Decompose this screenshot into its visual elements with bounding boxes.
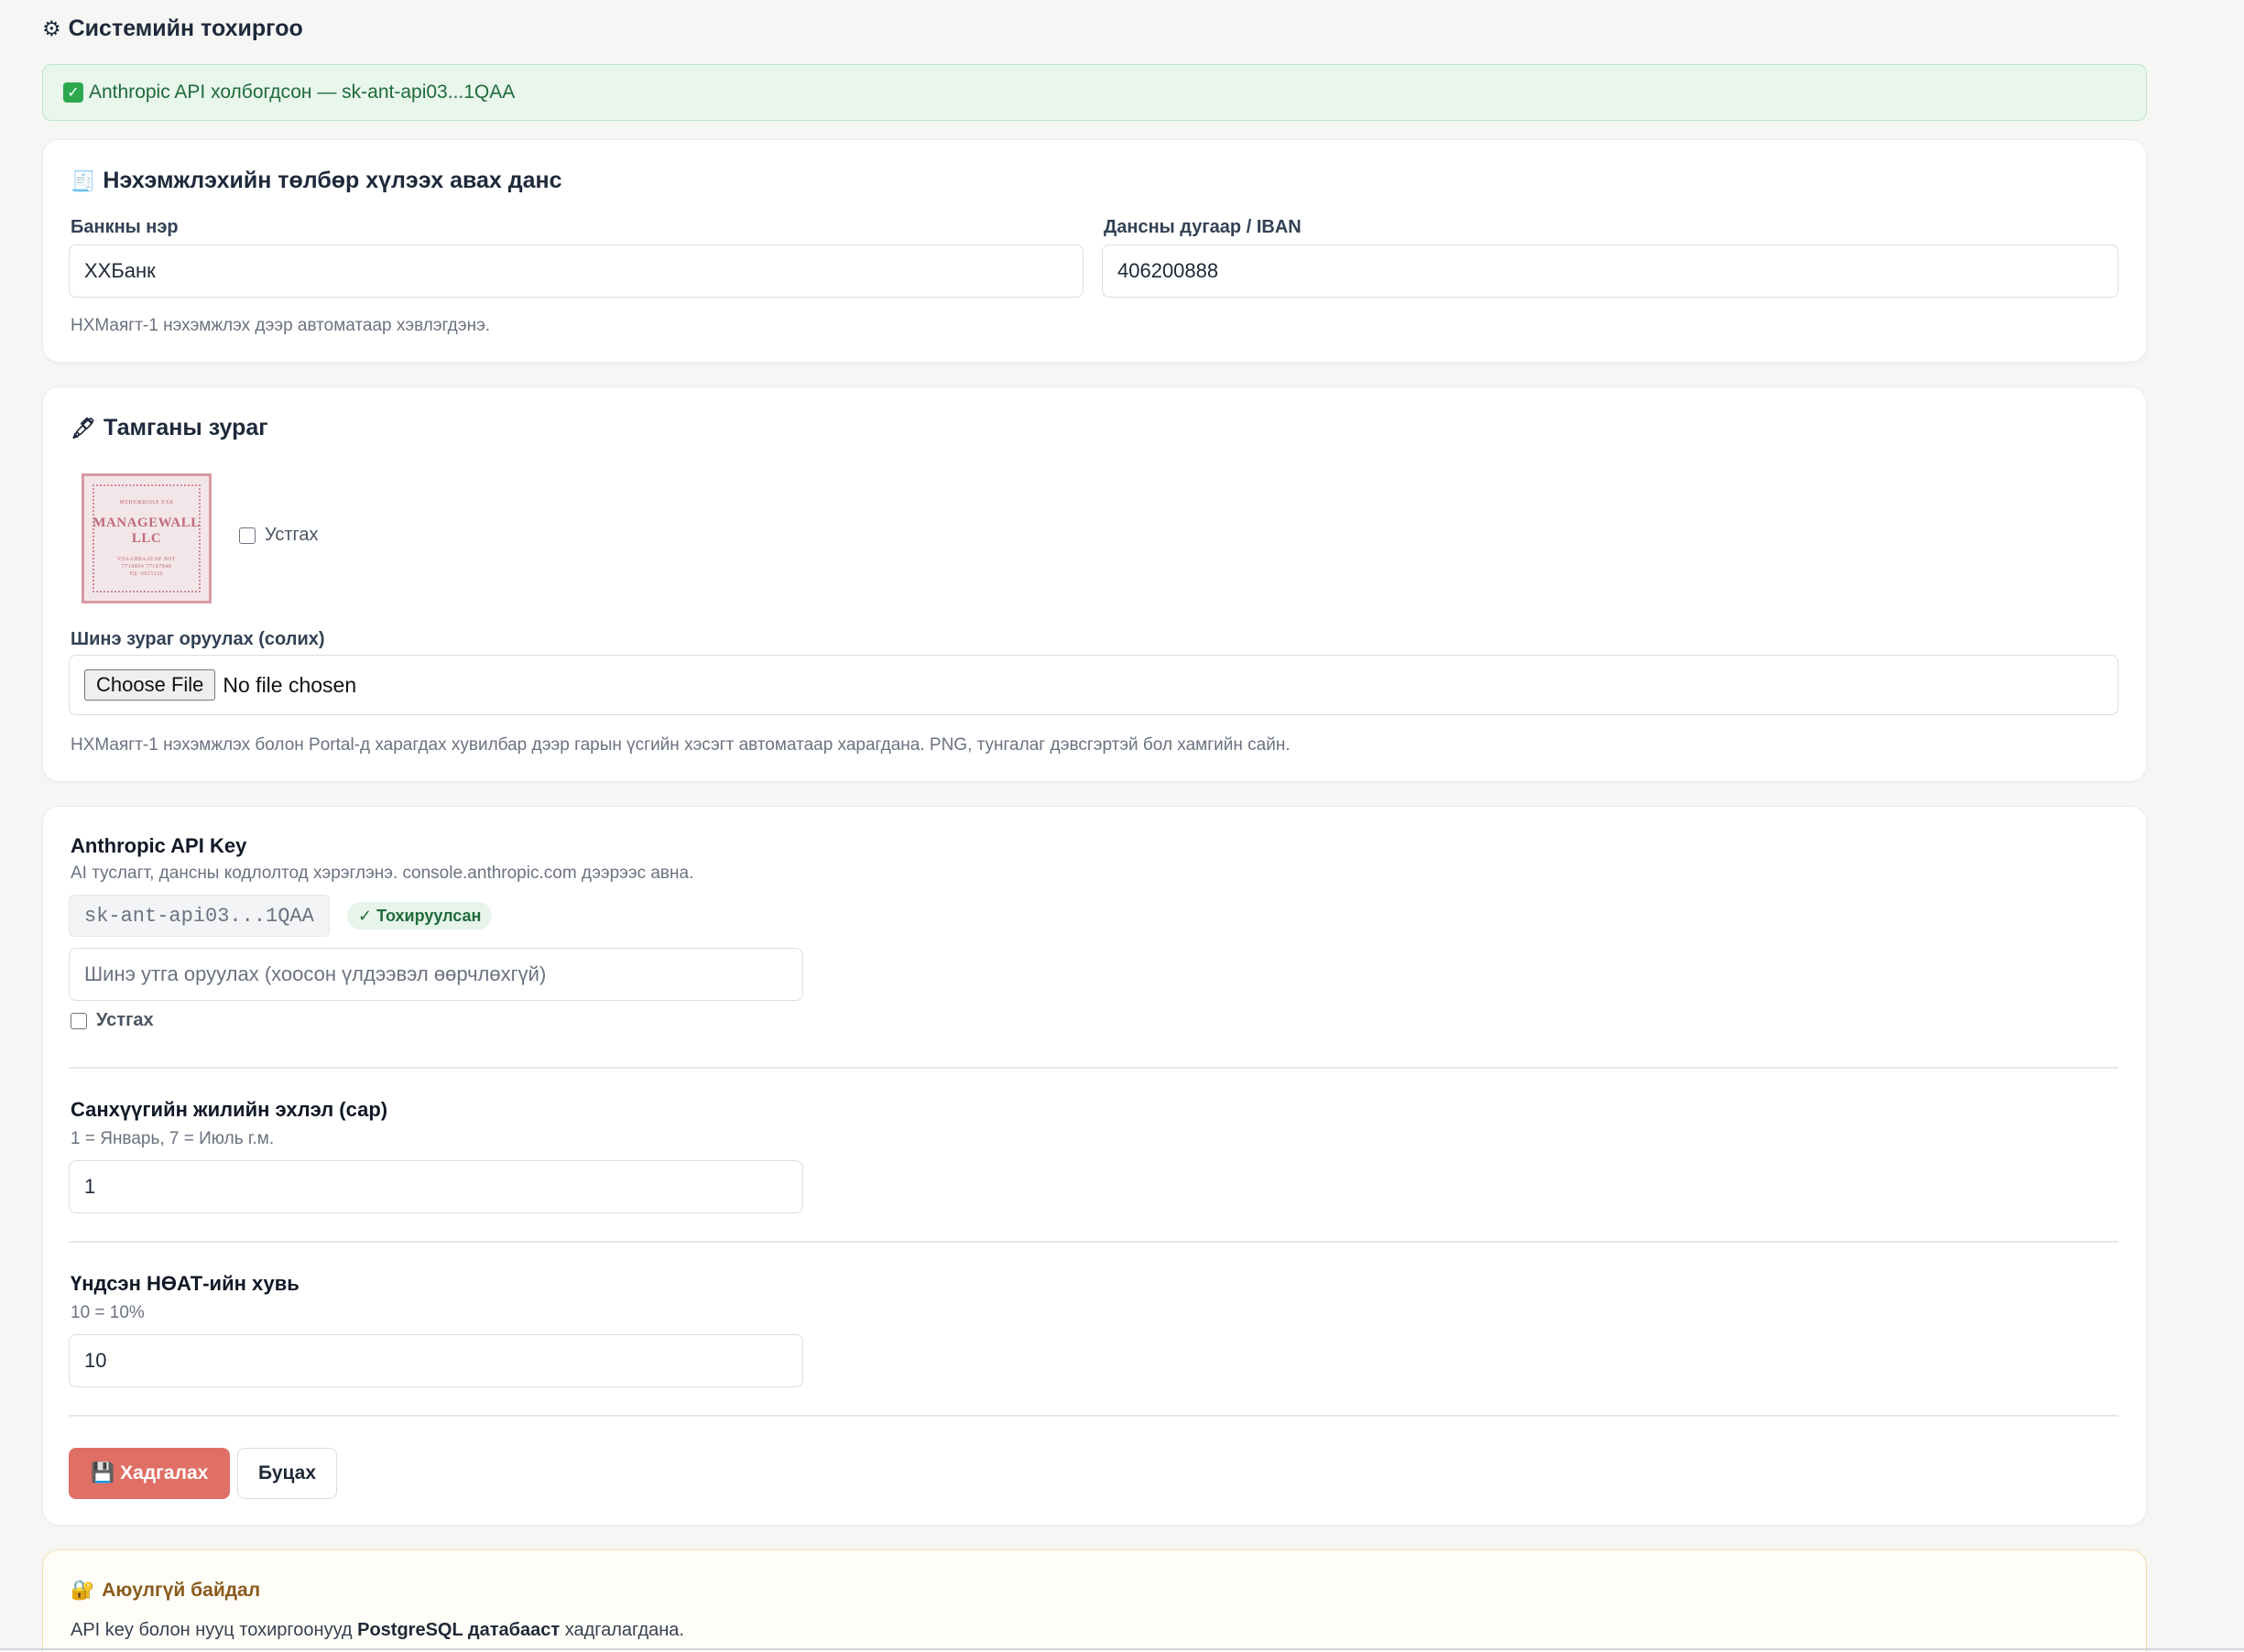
fiscal-year-hint: 1 = Январь, 7 = Июль г.м. bbox=[71, 1129, 275, 1148]
vat-input[interactable]: 10 bbox=[69, 1334, 803, 1387]
security-card-title: 🔐 Аюулгүй байдал bbox=[71, 1580, 260, 1602]
masked-api-key: sk-ant-api03...1QAA bbox=[69, 895, 330, 937]
bank-name-input[interactable]: ХХБанк bbox=[69, 245, 1084, 298]
bank-card-hint: НХМаягт-1 нэхэмжлэх дээр автоматаар хэвл… bbox=[71, 316, 491, 335]
viewport-edge bbox=[0, 1648, 2244, 1650]
floppy-disk-icon: 💾 bbox=[91, 1462, 115, 1484]
save-button-label: Хадгалах bbox=[120, 1462, 209, 1484]
bank-account-card: 🧾 Нэхэмжлэхийн төлбөр хүлээх авах данс Б… bbox=[42, 139, 2147, 363]
security-title-text: Аюулгүй байдал bbox=[102, 1580, 261, 1601]
remove-api-key-label: Устгах bbox=[96, 1010, 154, 1030]
security-text: API key болон нууц тохиргоонууд PostgreS… bbox=[71, 1620, 684, 1641]
stamp-phone: 7718804 77187848 bbox=[121, 564, 172, 570]
stamp-image: МЕНЕЖВОЛЛ ХХК MANAGEWALL LLC УЛААНБААТАР… bbox=[82, 473, 212, 603]
choose-file-button[interactable]: Choose File bbox=[84, 669, 216, 701]
account-number-input[interactable]: 406200888 bbox=[1102, 245, 2119, 298]
page-title: ⚙ Системийн тохиргоо bbox=[42, 13, 303, 44]
account-number-label: Дансны дугаар / IBAN bbox=[1104, 217, 1302, 237]
alert-text: Anthropic API холбогдсон — sk-ant-api03.… bbox=[89, 82, 516, 103]
security-text-bold: PostgreSQL датабааст bbox=[357, 1620, 561, 1640]
stamp-card-hint: НХМаягт-1 нэхэмжлэх болон Portal-д хараг… bbox=[71, 735, 1291, 755]
api-key-hint: AI туслагт, дансны кодлолтод хэрэглэнэ. … bbox=[71, 864, 694, 883]
remove-stamp-checkbox[interactable] bbox=[239, 527, 256, 544]
new-api-key-input[interactable]: Шинэ утга оруулах (хоосон үлдээвэл өөрчл… bbox=[69, 948, 803, 1001]
security-text-prefix: API key болон нууц тохиргоонууд bbox=[71, 1620, 358, 1640]
divider bbox=[69, 1067, 2119, 1069]
stamp-reg: РД: 6915126 bbox=[129, 571, 164, 577]
stamp-card-title-text: Тамганы зураг bbox=[103, 415, 268, 440]
configured-badge: ✓ Тохируулсан bbox=[347, 902, 493, 929]
divider bbox=[69, 1415, 2119, 1417]
bank-card-title-text: Нэхэмжлэхийн төлбөр хүлээх авах данс bbox=[103, 168, 562, 193]
remove-api-key-checkbox[interactable] bbox=[71, 1012, 87, 1029]
bank-name-label: Банкны нэр bbox=[71, 217, 179, 237]
settings-card: Anthropic API Key AI туслагт, дансны код… bbox=[42, 806, 2147, 1526]
stamp-name-line1: MANAGEWALL bbox=[93, 516, 201, 530]
upload-stamp-label: Шинэ зураг оруулах (солих) bbox=[71, 629, 325, 649]
api-key-label: Anthropic API Key bbox=[71, 834, 247, 857]
page-title-text: Системийн тохиргоо bbox=[68, 15, 303, 41]
stamp-card: 🖋 Тамганы зураг МЕНЕЖВОЛЛ ХХК MANAGEWALL… bbox=[42, 386, 2147, 782]
security-text-suffix: хадгалагдана. bbox=[560, 1620, 684, 1640]
back-button[interactable]: Буцах bbox=[237, 1448, 338, 1499]
stamp-top-text: МЕНЕЖВОЛЛ ХХК bbox=[119, 500, 174, 505]
vat-label: Үндсэн НӨАТ-ийн хувь bbox=[71, 1272, 300, 1295]
divider bbox=[69, 1241, 2119, 1243]
vat-hint: 10 = 10% bbox=[71, 1303, 145, 1322]
stamp-card-title: 🖋 Тамганы зураг bbox=[71, 415, 268, 441]
no-file-text: No file chosen bbox=[223, 672, 357, 697]
save-button[interactable]: 💾 Хадгалах bbox=[69, 1448, 231, 1499]
api-connected-alert: ✓ Anthropic API холбогдсон — sk-ant-api0… bbox=[42, 64, 2147, 121]
bank-card-title: 🧾 Нэхэмжлэхийн төлбөр хүлээх авах данс bbox=[71, 168, 562, 194]
gear-icon: ⚙ bbox=[42, 16, 61, 40]
receipt-icon: 🧾 bbox=[71, 168, 96, 192]
stamp-name-line2: LLC bbox=[131, 531, 162, 546]
lock-icon: 🔐 bbox=[71, 1580, 95, 1601]
remove-stamp-checkbox-row[interactable]: Устгах bbox=[239, 525, 319, 546]
security-card: 🔐 Аюулгүй байдал API key болон нууц тохи… bbox=[42, 1549, 2147, 1652]
fiscal-year-label: Санхүүгийн жилийн эхлэл (сар) bbox=[71, 1098, 388, 1121]
remove-stamp-label: Устгах bbox=[265, 525, 319, 545]
check-icon: ✓ bbox=[63, 82, 83, 103]
pen-icon: 🖋 bbox=[71, 416, 96, 440]
stamp-city: УЛААНБААТАР ХОТ bbox=[116, 557, 177, 562]
remove-api-key-row[interactable]: Устгах bbox=[71, 1010, 154, 1031]
fiscal-year-input[interactable]: 1 bbox=[69, 1160, 803, 1213]
stamp-file-input[interactable]: Choose File No file chosen bbox=[69, 655, 2119, 715]
